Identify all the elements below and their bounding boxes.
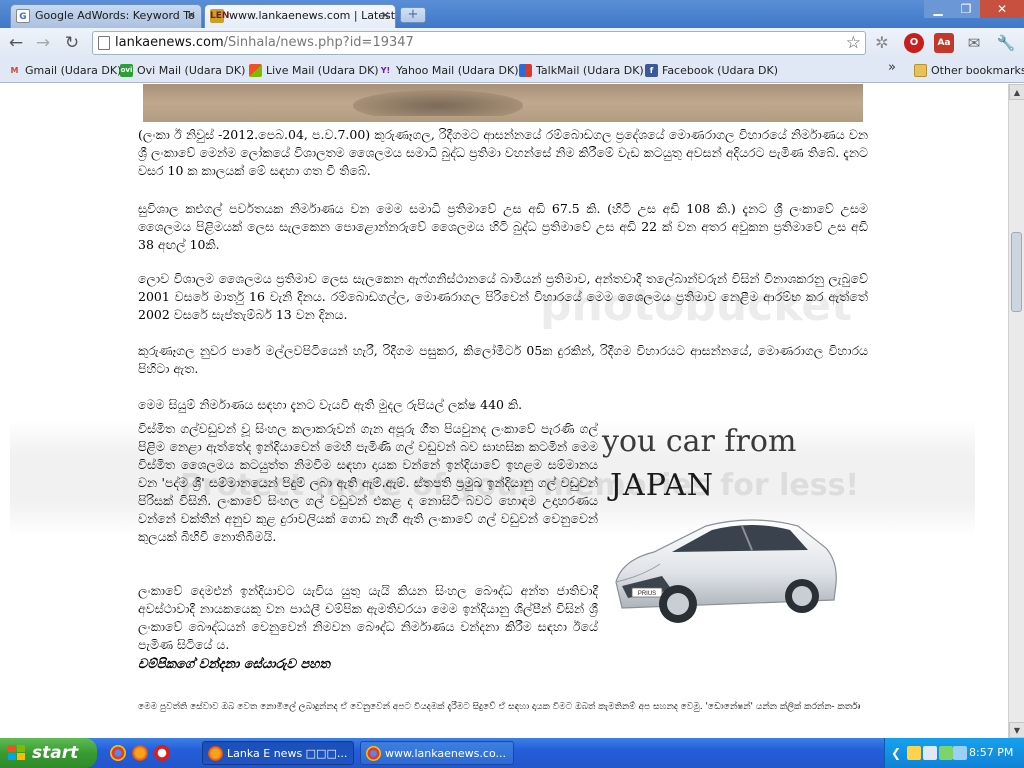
donation-note: මෙම පුවත්ති සේවාව ඔබ වෙත නොමිලේ ලබාදුන්න… bbox=[138, 702, 861, 712]
tab-lankaenews[interactable]: LEN www.lankaenews.com | Latest ✕ bbox=[204, 4, 396, 28]
page-content: photobucket Protect more of your memorie… bbox=[0, 84, 1008, 738]
forward-button[interactable]: → bbox=[31, 32, 55, 54]
yahoo-icon: Y! bbox=[380, 66, 391, 75]
car-advertisement[interactable]: you car from JAPAN PRIUS bbox=[602, 424, 842, 624]
address-bar[interactable]: lankaenews.com/Sinhala/news.php?id=19347… bbox=[92, 31, 866, 55]
bookmark-ovi-mail[interactable]: ovi Ovi Mail (Udara DK) bbox=[120, 62, 245, 79]
ad-country: JAPAN bbox=[610, 468, 715, 503]
dictionary-extension-icon[interactable]: Aa bbox=[934, 33, 954, 53]
tray-expand-chevron-icon[interactable]: ❮ bbox=[891, 746, 905, 760]
photo-caption: චම්පිකගේ වන්දනා සේයාරුව පහත bbox=[138, 657, 330, 672]
article-paragraph: කුරුණෑගල නුවර පාරේ මල්ලවපිටියෙන් හැරී, ර… bbox=[138, 343, 868, 376]
scroll-down-arrow-icon[interactable]: ▼ bbox=[1009, 722, 1024, 738]
scroll-up-arrow-icon[interactable]: ▲ bbox=[1009, 84, 1024, 100]
bookmark-live-mail[interactable]: Live Mail (Udara DK) bbox=[249, 62, 379, 79]
photo-rocks bbox=[353, 90, 523, 116]
article-paragraph: මෙම සියුම් නිර්මාණය සඳහා දැනට වැයවී ඇති … bbox=[138, 397, 523, 412]
article-paragraph: ලංකාවේ දෙමළුන් ඉන්දියාවට යැවිය යුතු යැයි… bbox=[138, 583, 598, 652]
tab-google-adwords[interactable]: G Google AdWords: Keyword To ✕ bbox=[10, 4, 202, 28]
firefox-quicklaunch-icon[interactable] bbox=[132, 745, 148, 761]
bookmark-gmail[interactable]: M Gmail (Udara DK) bbox=[8, 62, 122, 79]
close-tab-icon[interactable]: ✕ bbox=[187, 5, 196, 27]
tray-network-icon[interactable] bbox=[907, 746, 921, 760]
maximize-button[interactable]: ❐ bbox=[952, 0, 980, 18]
scrollbar-thumb[interactable] bbox=[1011, 232, 1022, 312]
ovi-icon: ovi bbox=[120, 64, 133, 77]
bookmarks-bar: M Gmail (Udara DK) ovi Ovi Mail (Udara D… bbox=[0, 58, 1024, 83]
windows-taskbar: start Lanka E news □□□... www.lankaenews… bbox=[0, 738, 1024, 768]
windows-flag-icon bbox=[8, 745, 26, 761]
mail-checker-icon[interactable]: ✉ bbox=[964, 33, 984, 53]
lankaenews-favicon-icon: LEN bbox=[210, 9, 230, 23]
windows-live-icon bbox=[249, 64, 262, 77]
browser-toolbar: ← → ↻ lankaenews.com/Sinhala/news.php?id… bbox=[0, 28, 1024, 58]
tray-volume-icon[interactable] bbox=[939, 746, 953, 760]
wrench-menu-icon[interactable]: 🔧 bbox=[996, 33, 1016, 53]
bookmarks-overflow-chevron-icon[interactable]: » bbox=[888, 60, 896, 75]
car-image-icon: PRIUS bbox=[615, 519, 837, 623]
page-icon bbox=[98, 36, 110, 50]
firefox-icon bbox=[208, 746, 223, 761]
minimize-button[interactable]: ▁ bbox=[924, 0, 952, 18]
tab-title: Google AdWords: Keyword To bbox=[35, 9, 195, 22]
system-tray: ❮ 8:57 PM bbox=[884, 738, 1024, 768]
taskbar-item-lankaenews[interactable]: www.lankaenews.co... bbox=[360, 741, 514, 765]
bookmark-star-icon[interactable]: ☆ bbox=[846, 32, 861, 54]
url-text[interactable]: lankaenews.com/Sinhala/news.php?id=19347 bbox=[115, 35, 414, 51]
opera-extension-icon[interactable]: O bbox=[904, 33, 924, 53]
tray-security-icon[interactable] bbox=[923, 746, 937, 760]
tab-title: www.lankaenews.com | Latest bbox=[229, 9, 396, 22]
back-button[interactable]: ← bbox=[4, 32, 28, 54]
reload-button[interactable]: ↻ bbox=[60, 32, 84, 54]
taskbar-item-lanka-e-news[interactable]: Lanka E news □□□... bbox=[202, 741, 354, 765]
chrome-icon bbox=[366, 746, 381, 761]
system-clock[interactable]: 8:57 PM bbox=[969, 738, 1013, 768]
opera-quicklaunch-icon[interactable] bbox=[154, 745, 170, 761]
bookmark-facebook[interactable]: f Facebook (Udara DK) bbox=[645, 62, 778, 79]
bookmark-talkmail[interactable]: TalkMail (Udara DK) bbox=[519, 62, 644, 79]
license-plate: PRIUS bbox=[638, 591, 656, 597]
article-paragraph: ලොව විශාලම ශෛලමය ප්‍රතිමාව ලෙස සැලකෙන ඇෆ… bbox=[138, 271, 868, 322]
chrome-quicklaunch-icon[interactable] bbox=[110, 745, 126, 761]
folder-icon bbox=[914, 64, 927, 77]
bookmark-yahoo-mail[interactable]: Y! Yahoo Mail (Udara DK) bbox=[379, 62, 519, 79]
other-bookmarks-folder[interactable]: Other bookmarks bbox=[914, 62, 1024, 79]
talkmail-icon bbox=[519, 64, 532, 77]
close-tab-icon[interactable]: ✕ bbox=[381, 5, 390, 27]
start-button[interactable]: start bbox=[0, 738, 97, 768]
vertical-scrollbar[interactable]: ▲ ▼ bbox=[1008, 84, 1024, 738]
article-paragraph: විස්මිත ගල්වඩුවන් වූ සිංහල කලාකරුවන් ගැන… bbox=[138, 421, 598, 544]
browser-titlebar: G Google AdWords: Keyword To ✕ LEN www.l… bbox=[0, 0, 1024, 28]
article-paragraph: සුවිශාල කළුගල් පර්වතයක නිර්මාණය වන මෙම ස… bbox=[138, 201, 868, 252]
gmail-icon: M bbox=[10, 66, 19, 75]
ad-headline: you car from bbox=[602, 424, 797, 459]
facebook-icon: f bbox=[645, 64, 658, 77]
article-photo bbox=[143, 84, 863, 122]
close-window-button[interactable]: ✕ bbox=[980, 0, 1024, 18]
google-favicon-icon: G bbox=[16, 9, 30, 23]
article-paragraph: (ලංකා ඊ නිවුස් -2012.පෙබ.04, ප.ව.7.00) ක… bbox=[138, 127, 868, 178]
new-tab-button[interactable]: + bbox=[400, 7, 426, 23]
tray-language-icon[interactable] bbox=[953, 746, 967, 760]
extension-gear-icon[interactable]: ✲ bbox=[872, 33, 892, 53]
